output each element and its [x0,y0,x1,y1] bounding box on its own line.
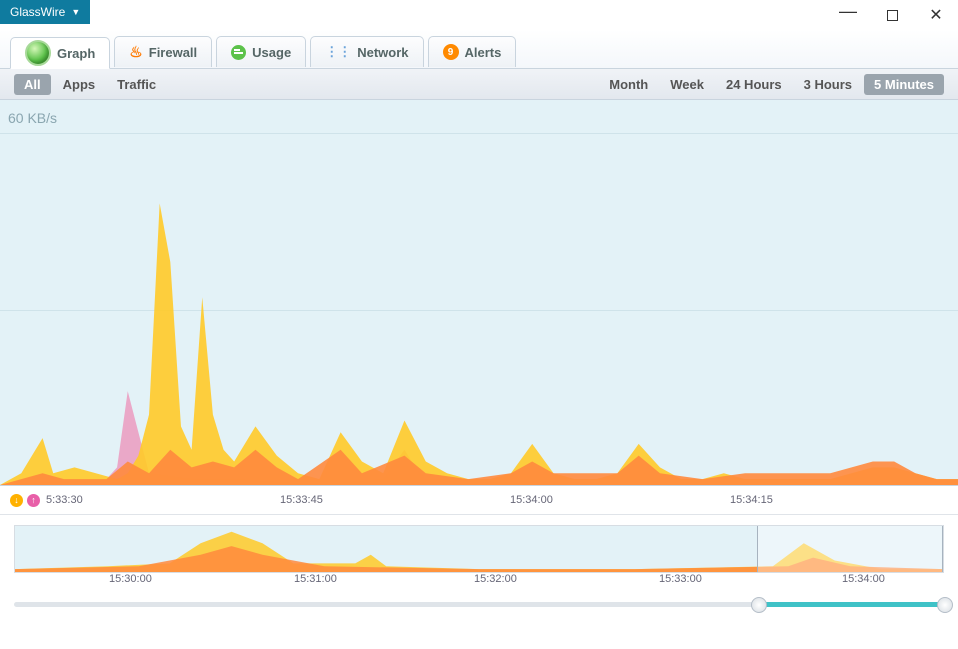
graph-icon [25,40,51,66]
app-name-label: GlassWire [10,5,65,19]
window-controls: — ✕ [826,0,958,30]
axis-start-time: 5:33:30 [46,494,83,506]
upload-icon: ↑ [27,494,40,507]
maximize-button[interactable] [870,0,914,30]
maximize-icon [887,10,898,21]
title-bar: GlassWire ▼ — ✕ [0,0,958,30]
main-chart-axis: ↓ ↑ 5:33:30 15:33:45 15:34:00 15:34:15 [0,486,958,515]
download-icon: ↓ [10,494,23,507]
app-menu-dropdown[interactable]: GlassWire ▼ [0,0,90,24]
overview-selection-window[interactable] [757,525,943,573]
axis-tick: 15:30:00 [109,573,152,585]
range-5m[interactable]: 5 Minutes [864,74,944,95]
minimize-button[interactable]: — [826,0,870,30]
tab-label: Network [357,45,408,60]
close-button[interactable]: ✕ [914,0,958,30]
overview-axis: 15:30:00 15:31:00 15:32:00 15:33:00 15:3… [14,573,944,591]
range-3h[interactable]: 3 Hours [794,74,862,95]
axis-tick: 15:33:45 [280,494,323,506]
traffic-chart[interactable]: 60 KB/s [0,100,958,486]
tab-label: Usage [252,45,291,60]
timeline-slider[interactable] [14,597,944,611]
slider-fill [758,602,944,607]
axis-tick: 15:34:00 [510,494,553,506]
tab-alerts[interactable]: 9 Alerts [428,36,517,67]
overview-panel: 15:30:00 15:31:00 15:32:00 15:33:00 15:3… [0,515,958,627]
tab-label: Firewall [149,45,197,60]
tab-usage[interactable]: Usage [216,36,306,67]
axis-tick: 15:33:00 [659,573,702,585]
alerts-badge-icon: 9 [443,44,459,60]
range-month[interactable]: Month [599,74,658,95]
slider-handle-start[interactable] [751,597,767,613]
tab-network[interactable]: ⋮⋮ Network [310,36,423,67]
filter-traffic[interactable]: Traffic [107,74,166,95]
graph-filter-bar: All Apps Traffic Month Week 24 Hours 3 H… [0,69,958,100]
axis-tick: 15:32:00 [474,573,517,585]
main-tab-row: Graph ♨ Firewall Usage ⋮⋮ Network 9 Aler… [0,30,958,69]
chart-svg [0,100,958,485]
axis-tick: 15:31:00 [294,573,337,585]
app-window: GlassWire ▼ — ✕ Graph ♨ Firewall Usage ⋮… [0,0,958,649]
tab-firewall[interactable]: ♨ Firewall [114,36,212,67]
close-icon: ✕ [929,5,942,25]
network-icon: ⋮⋮ [325,44,351,60]
chevron-down-icon: ▼ [71,7,80,17]
graph-filter-group: All Apps Traffic [14,74,166,95]
timerange-group: Month Week 24 Hours 3 Hours 5 Minutes [599,74,944,95]
range-24h[interactable]: 24 Hours [716,74,792,95]
range-week[interactable]: Week [660,74,714,95]
firewall-icon: ♨ [129,43,142,61]
tab-label: Graph [57,46,95,61]
tab-graph[interactable]: Graph [10,37,110,69]
slider-handle-end[interactable] [937,597,953,613]
axis-tick: 15:34:15 [730,494,773,506]
usage-icon [231,45,246,60]
axis-tick: 15:34:00 [842,573,885,585]
minimize-icon: — [839,1,857,22]
tab-label: Alerts [465,45,502,60]
filter-all[interactable]: All [14,74,51,95]
filter-apps[interactable]: Apps [53,74,106,95]
overview-chart[interactable] [14,525,944,573]
